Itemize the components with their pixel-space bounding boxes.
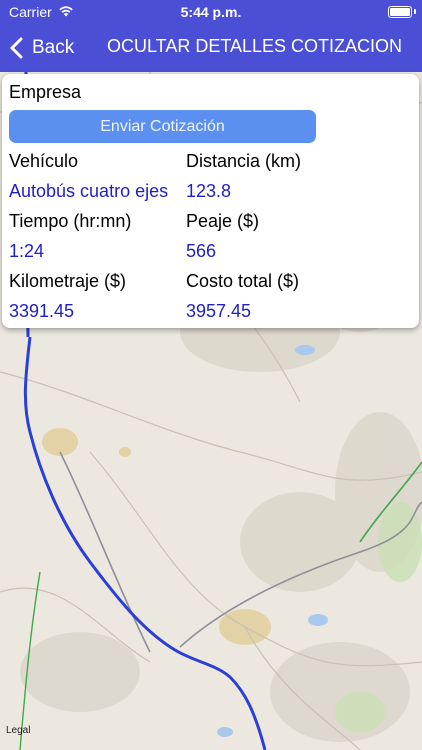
battery-icon: [388, 6, 412, 18]
vehicle-label: Vehículo: [9, 151, 79, 171]
total-cost-value: 3957.45: [186, 301, 252, 321]
map-legal-link[interactable]: Legal: [6, 725, 30, 736]
chevron-left-icon: [10, 37, 23, 59]
distance-label: Distancia (km): [186, 151, 302, 171]
company-label: Empresa: [9, 82, 82, 102]
mileage-value: 3391.45: [9, 301, 75, 321]
battery-tip: [414, 9, 416, 14]
quote-details-card: Empresa Enviar Cotización Vehículo Dista…: [2, 74, 419, 328]
back-button[interactable]: Back: [8, 34, 74, 62]
distance-value: 123.8: [186, 181, 232, 201]
nav-bar: Back OCULTAR DETALLES COTIZACION: [0, 28, 422, 68]
mileage-label: Kilometraje ($): [9, 271, 127, 291]
back-label: Back: [32, 37, 75, 58]
toll-value: 566: [186, 241, 217, 261]
send-quote-button[interactable]: Enviar Cotización: [9, 110, 316, 143]
vehicle-value: Autobús cuatro ejes: [9, 181, 169, 201]
status-time: 5:44 p.m.: [180, 4, 242, 20]
total-cost-label: Costo total ($): [186, 271, 300, 291]
app-header: Carrier 5:44 p.m. Back OCULTAR DETALLES …: [0, 0, 422, 72]
toll-label: Peaje ($): [186, 211, 260, 231]
status-bar: Carrier 5:44 p.m.: [0, 0, 422, 24]
time-label: Tiempo (hr:mn): [9, 211, 132, 231]
hide-details-button[interactable]: OCULTAR DETALLES COTIZACION: [107, 36, 402, 57]
time-value: 1:24: [9, 241, 45, 261]
